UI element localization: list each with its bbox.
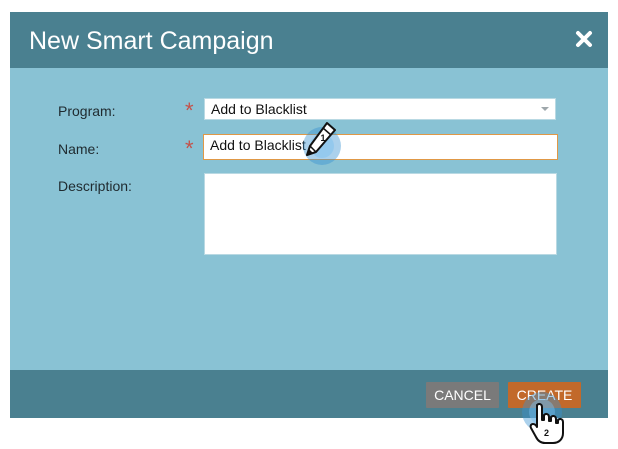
- name-input-value: Add to Blacklist: [210, 137, 306, 153]
- close-icon[interactable]: [570, 25, 598, 53]
- program-selected-value: Add to Blacklist: [211, 101, 307, 117]
- program-select[interactable]: Add to Blacklist: [204, 98, 556, 120]
- dialog-header: New Smart Campaign: [10, 12, 608, 68]
- name-input[interactable]: Add to Blacklist: [203, 134, 558, 160]
- dialog-title: New Smart Campaign: [29, 27, 274, 55]
- program-label: Program:: [58, 103, 116, 119]
- step-2-number: 2: [544, 428, 549, 438]
- name-required-marker: *: [185, 136, 194, 161]
- description-textarea[interactable]: [204, 173, 557, 255]
- name-label: Name:: [58, 141, 100, 157]
- create-button[interactable]: CREATE: [508, 382, 581, 408]
- chevron-down-icon: [541, 107, 549, 111]
- cancel-button[interactable]: CANCEL: [426, 382, 499, 408]
- dialog-footer: CANCEL CREATE: [10, 370, 608, 418]
- description-label: Description:: [58, 178, 132, 194]
- program-required-marker: *: [185, 98, 194, 123]
- new-smart-campaign-dialog: New Smart Campaign Program: * Add to Bla…: [10, 12, 608, 418]
